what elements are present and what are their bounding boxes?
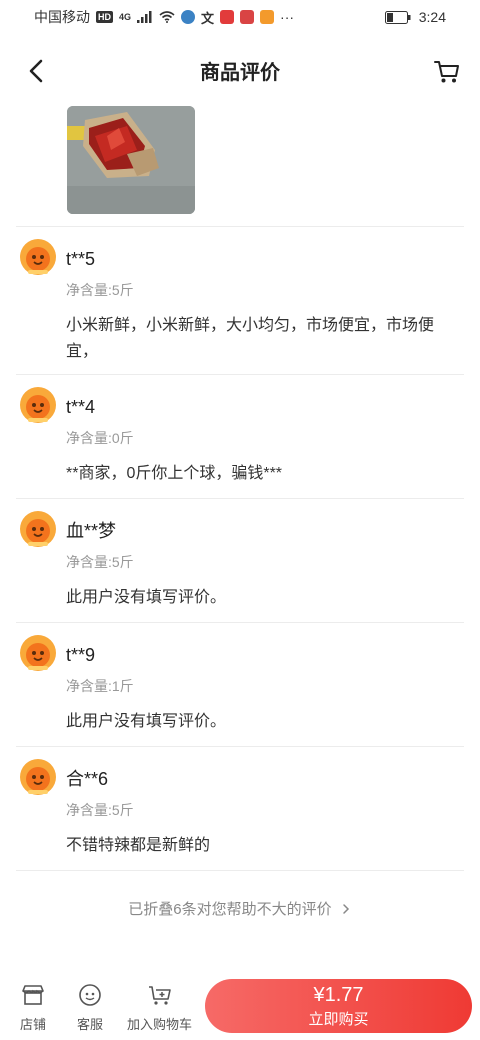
add-to-cart-button[interactable]: 加入购物车 — [127, 982, 192, 1033]
cart-icon[interactable] — [432, 56, 462, 86]
bottom-action-bar: 店铺 客服 加入购物车 ¥1.77 立即购买 — [0, 972, 480, 1040]
buy-now-button[interactable]: ¥1.77 立即购买 — [205, 979, 472, 1033]
chevron-right-icon — [343, 904, 349, 914]
customer-service-button[interactable]: 客服 — [77, 982, 103, 1033]
review-spec: 净含量:5斤 — [66, 802, 134, 818]
chat-icon — [79, 984, 101, 1006]
chevron-left-icon[interactable] — [22, 56, 52, 86]
review-list: t**5 净含量:5斤 小米新鲜，小米新鲜，大小均匀，市场便宜，市场便宜， t*… — [0, 226, 480, 871]
translate-icon: 文 — [201, 10, 215, 26]
chili-bag-image — [67, 106, 195, 214]
page-title: 商品评价 — [200, 61, 280, 84]
review-username: 血**梦 — [66, 521, 117, 541]
review-page: 中国移动 HD 4G 文 ··· 3:24 商品评价 t**5 净含量:5斤 小… — [0, 0, 480, 1040]
review-spec: 净含量:1斤 — [66, 678, 134, 694]
app-icon-book — [240, 10, 255, 24]
status-left: 中国移动 HD 4G 文 ··· — [34, 7, 294, 27]
avatar — [20, 511, 56, 547]
add-cart-icon — [148, 986, 171, 1005]
status-right: 3:24 — [384, 9, 446, 25]
browser-icon — [181, 10, 196, 24]
app-icon-play — [260, 10, 275, 24]
review-item: t**9 净含量:1斤 此用户没有填写评价。 — [0, 623, 480, 746]
shop-label: 店铺 — [20, 1017, 47, 1032]
app-icon-red — [220, 10, 235, 24]
signal-icon — [137, 11, 152, 23]
avatar — [20, 759, 56, 795]
status-bar: 中国移动 HD 4G 文 ··· 3:24 — [0, 0, 480, 34]
review-item: 合**6 净含量:5斤 不错特辣都是新鲜的 — [0, 747, 480, 870]
avatar — [20, 635, 56, 671]
review-photo[interactable] — [67, 106, 195, 214]
review-spec: 净含量:0斤 — [66, 430, 134, 446]
buy-price: ¥1.77 — [313, 983, 364, 1006]
review-content: 不错特辣都是新鲜的 — [66, 837, 211, 854]
review-content: 此用户没有填写评价。 — [66, 713, 227, 730]
network-label: 4G — [119, 12, 132, 22]
carrier-text: 中国移动 — [34, 9, 90, 25]
review-username: t**9 — [66, 645, 96, 665]
avatar — [20, 239, 56, 275]
battery-icon — [384, 10, 411, 24]
folded-reviews-link[interactable]: 已折叠6条对您帮助不大的评价 — [0, 898, 480, 919]
review-content: **商家，0斤你上个球，骗钱*** — [66, 465, 283, 482]
service-label: 客服 — [77, 1017, 104, 1032]
review-username: 合**6 — [66, 769, 109, 789]
review-content: 小米新鲜，小米新鲜，大小均匀，市场便宜，市场便宜， — [66, 317, 435, 360]
review-spec: 净含量:5斤 — [66, 282, 134, 298]
review-item: 血**梦 净含量:5斤 此用户没有填写评价。 — [0, 499, 480, 622]
shop-icon — [22, 985, 44, 1005]
folded-reviews-text: 已折叠6条对您帮助不大的评价 — [128, 901, 332, 918]
wifi-icon — [159, 11, 175, 23]
add-cart-label: 加入购物车 — [127, 1017, 193, 1032]
review-item: t**4 净含量:0斤 **商家，0斤你上个球，骗钱*** — [0, 375, 480, 498]
avatar — [20, 387, 56, 423]
shop-button[interactable]: 店铺 — [20, 982, 46, 1033]
more-notifications: ··· — [280, 9, 295, 25]
status-time: 3:24 — [418, 9, 446, 25]
hd-badge: HD — [96, 11, 113, 23]
header: 商品评价 — [0, 34, 480, 106]
divider — [16, 870, 464, 871]
review-username: t**5 — [66, 249, 96, 269]
review-username: t**4 — [66, 397, 96, 417]
review-spec: 净含量:5斤 — [66, 554, 134, 570]
review-content: 此用户没有填写评价。 — [66, 589, 227, 606]
review-item: t**5 净含量:5斤 小米新鲜，小米新鲜，大小均匀，市场便宜，市场便宜， — [0, 227, 480, 374]
buy-label: 立即购买 — [308, 1010, 369, 1028]
